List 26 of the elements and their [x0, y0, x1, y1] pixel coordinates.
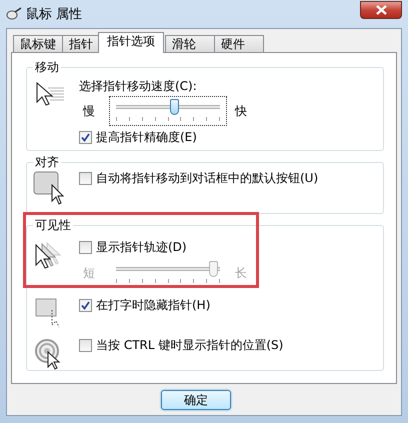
close-icon [376, 5, 386, 15]
window-title: 鼠标 属性 [26, 6, 84, 23]
tab[interactable]: 鼠标键 [13, 35, 63, 52]
tab[interactable]: 硬件 [214, 35, 264, 52]
group-title: 移动 [33, 61, 61, 74]
checkbox-option[interactable]: 当按 CTRL 键时显示指针的位置(S) [79, 336, 284, 354]
check-icon [81, 132, 90, 142]
slider-max-label: 长 [234, 264, 248, 282]
tab[interactable]: 滑轮 [165, 35, 215, 52]
snap-pointer-icon [33, 171, 67, 205]
group-title: 可见性 [33, 219, 73, 232]
slider-min-label: 慢 [83, 102, 96, 120]
group-title: 对齐 [33, 156, 61, 169]
slider-max-label: 快 [234, 102, 248, 120]
checkbox-option[interactable]: 显示指针轨迹(D) [79, 238, 257, 256]
ok-button[interactable]: 确定 [161, 390, 231, 410]
slider-thumb[interactable] [170, 99, 180, 115]
checkbox-option[interactable]: 自动将指针移动到对话框中的默认按钮(U) [79, 169, 318, 187]
checkbox-option[interactable]: 在打字时隐藏指针(H) [79, 296, 210, 314]
close-button[interactable] [360, 1, 402, 19]
slider-label: 选择指针移动速度(C): [79, 78, 198, 94]
slider-min-label: 短 [83, 264, 96, 282]
checkbox-option[interactable]: 提高指针精确度(E) [79, 128, 257, 146]
check-icon [81, 300, 90, 310]
tab[interactable]: 指针选项 [98, 32, 164, 53]
tab[interactable]: 指针 [62, 35, 100, 52]
